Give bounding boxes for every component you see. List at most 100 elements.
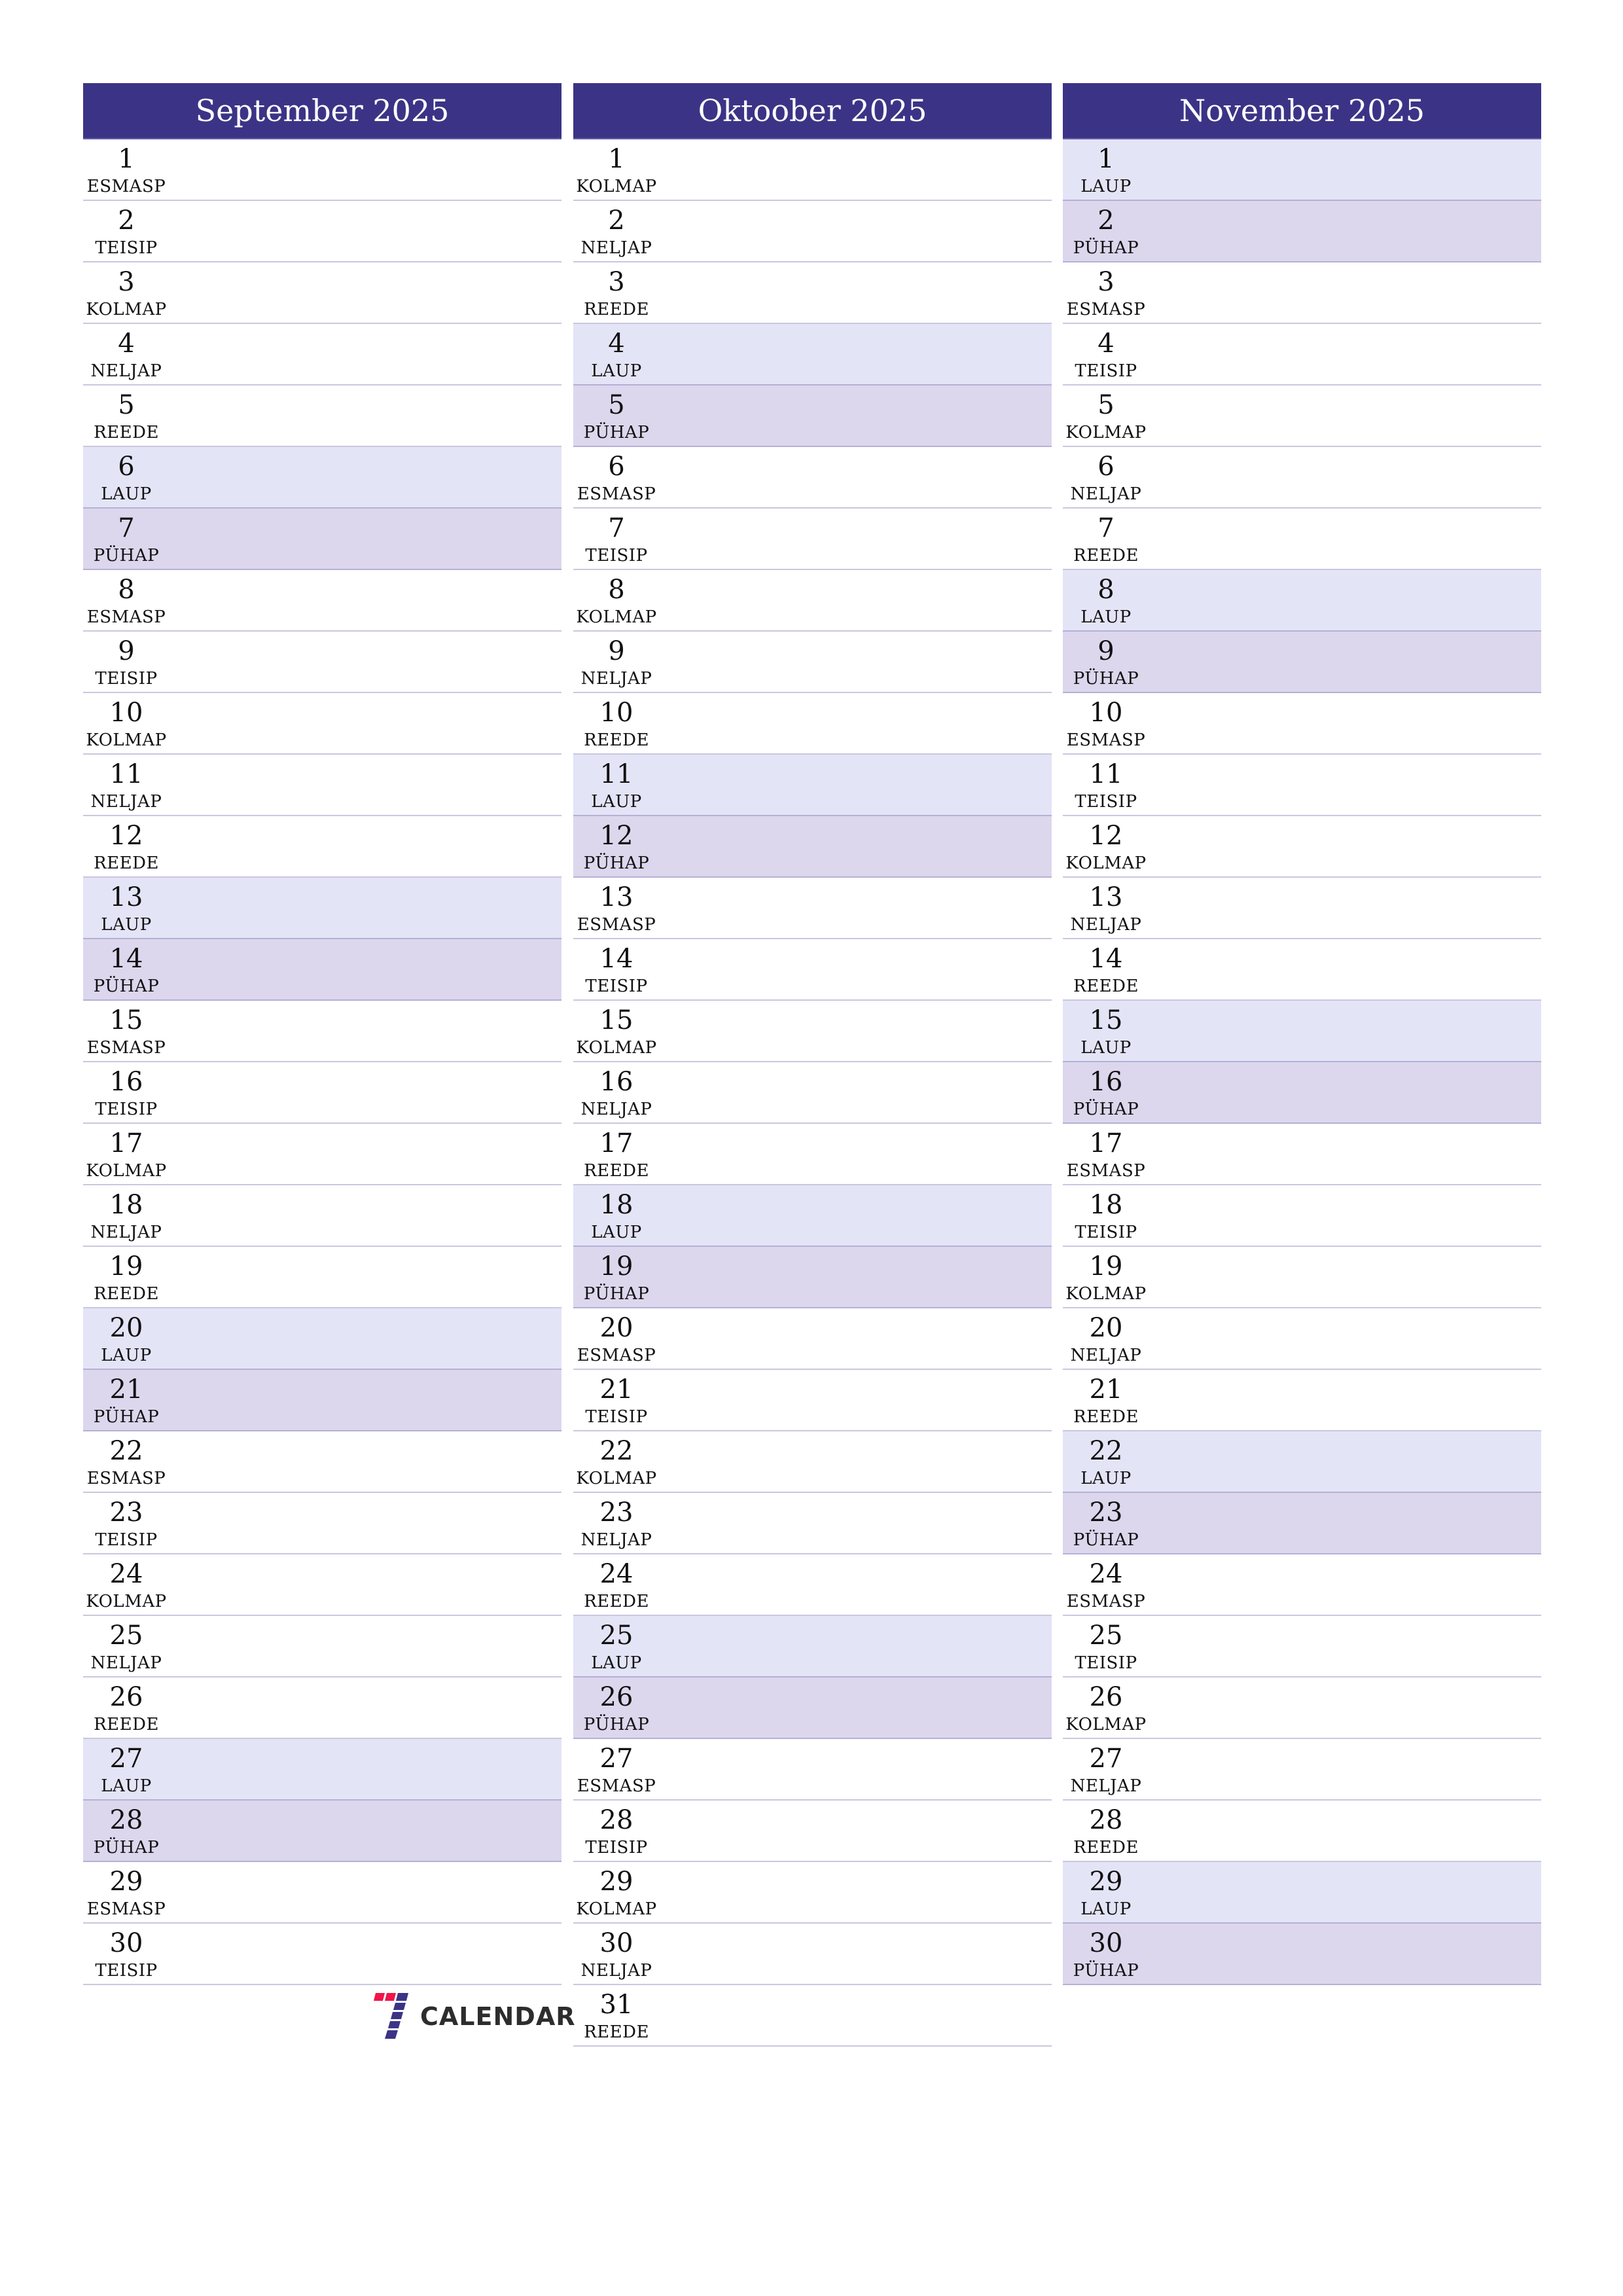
day-number: 21 [109,1374,143,1405]
day-row: 9 NELJAP [573,632,1052,693]
weekday-label: KOLMAP [1065,1715,1147,1734]
weekday-label: REEDE [1073,546,1139,565]
weekday-label: TEISIP [1075,1653,1137,1673]
day-row: 21 REEDE [1063,1370,1541,1431]
day-row: 16 PÜHAP [1063,1062,1541,1124]
weekday-label: NELJAP [1070,1346,1142,1365]
weekday-label: REEDE [1073,977,1139,996]
weekday-label: TEISIP [585,1407,648,1427]
weekday-label: LAUP [101,915,152,935]
day-row: 3 ESMASP [1063,262,1541,324]
day-row: 7 TEISIP [573,509,1052,570]
day-number: 29 [1089,1867,1123,1897]
day-row: 30 PÜHAP [1063,1924,1541,1985]
weekday-label: LAUP [1080,1899,1132,1919]
day-row: 5 REEDE [83,386,562,447]
weekday-label: KOLMAP [86,730,167,750]
day-row: 11 LAUP [573,755,1052,816]
day-number: 7 [608,513,625,543]
day-number: 17 [109,1128,143,1158]
weekday-label: NELJAP [1070,484,1142,504]
weekday-label: LAUP [591,792,642,812]
weekday-label: NELJAP [90,1653,162,1673]
day-row: 11 TEISIP [1063,755,1541,816]
day-number: 3 [608,267,625,297]
weekday-label: PÜHAP [583,423,650,442]
day-number: 7 [118,513,135,543]
weekday-label: REEDE [94,853,159,873]
day-row: 2 PÜHAP [1063,201,1541,262]
day-row: 26 PÜHAP [573,1677,1052,1739]
day-row: 28 TEISIP [573,1801,1052,1862]
day-row: 20 NELJAP [1063,1308,1541,1370]
day-row: 8 LAUP [1063,570,1541,632]
weekday-label: REEDE [584,2022,649,2042]
weekday-label: TEISIP [95,669,158,689]
weekday-label: TEISIP [1075,361,1137,381]
day-number: 25 [1089,1621,1123,1651]
day-row: 26 REEDE [83,1677,562,1739]
day-number: 5 [118,390,135,420]
day-number: 10 [599,698,633,728]
day-row: 7 PÜHAP [83,509,562,570]
weekday-label: KOLMAP [1065,423,1147,442]
day-number: 21 [1089,1374,1123,1405]
day-row: 28 PÜHAP [83,1801,562,1862]
day-row: 12 REEDE [83,816,562,878]
month-column-november: November 2025 1 LAUP 2 PÜHAP 3 ESMASP 4 TEISIP 5… [1063,83,1541,1985]
weekday-label: KOLMAP [576,607,657,627]
day-number: 16 [1089,1067,1123,1097]
month-column-october: Oktoober 2025 1 KOLMAP 2 NELJAP 3 REEDE 4 LAUP 5… [573,83,1052,2047]
weekday-label: ESMASP [577,915,656,935]
day-row: 19 PÜHAP [573,1247,1052,1308]
day-number: 2 [1097,206,1115,236]
weekday-label: REEDE [584,300,649,319]
day-row: 17 REEDE [573,1124,1052,1185]
day-number: 13 [109,882,143,912]
weekday-label: PÜHAP [93,977,160,996]
weekday-label: KOLMAP [576,1469,657,1488]
day-list: 1 ESMASP 2 TEISIP 3 KOLMAP 4 NELJAP 5 REEDE 6 LAUP 7… [83,139,562,1985]
day-row: 29 LAUP [1063,1862,1541,1924]
weekday-label: PÜHAP [583,1284,650,1304]
weekday-label: TEISIP [95,1100,158,1119]
day-number: 5 [1097,390,1115,420]
weekday-label: KOLMAP [1065,1284,1147,1304]
weekday-label: LAUP [1080,1038,1132,1058]
day-number: 29 [109,1867,143,1897]
day-row: 4 NELJAP [83,324,562,386]
day-row: 27 ESMASP [573,1739,1052,1801]
day-number: 1 [118,144,135,174]
day-number: 18 [109,1190,143,1220]
weekday-label: ESMASP [577,484,656,504]
day-row: 29 KOLMAP [573,1862,1052,1924]
day-row: 13 NELJAP [1063,878,1541,939]
day-row: 19 REEDE [83,1247,562,1308]
weekday-label: NELJAP [580,1100,652,1119]
day-row: 23 PÜHAP [1063,1493,1541,1554]
day-row: 20 LAUP [83,1308,562,1370]
day-number: 18 [599,1190,633,1220]
weekday-label: ESMASP [577,1776,656,1796]
weekday-label: REEDE [1073,1407,1139,1427]
weekday-label: KOLMAP [1065,853,1147,873]
weekday-label: KOLMAP [576,177,657,196]
day-number: 15 [109,1005,143,1035]
weekday-label: NELJAP [580,1961,652,1981]
weekday-label: REEDE [584,730,649,750]
day-row: 30 TEISIP [83,1924,562,1985]
weekday-label: TEISIP [585,1838,648,1857]
day-number: 1 [1097,144,1115,174]
day-number: 9 [1097,636,1115,666]
day-row: 4 LAUP [573,324,1052,386]
day-number: 19 [109,1251,143,1282]
weekday-label: LAUP [1080,607,1132,627]
day-number: 29 [599,1867,633,1897]
day-number: 20 [599,1313,633,1343]
weekday-label: NELJAP [90,361,162,381]
day-number: 27 [109,1744,143,1774]
weekday-label: TEISIP [585,977,648,996]
day-row: 7 REEDE [1063,509,1541,570]
day-number: 30 [1089,1928,1123,1958]
day-number: 6 [118,452,135,482]
